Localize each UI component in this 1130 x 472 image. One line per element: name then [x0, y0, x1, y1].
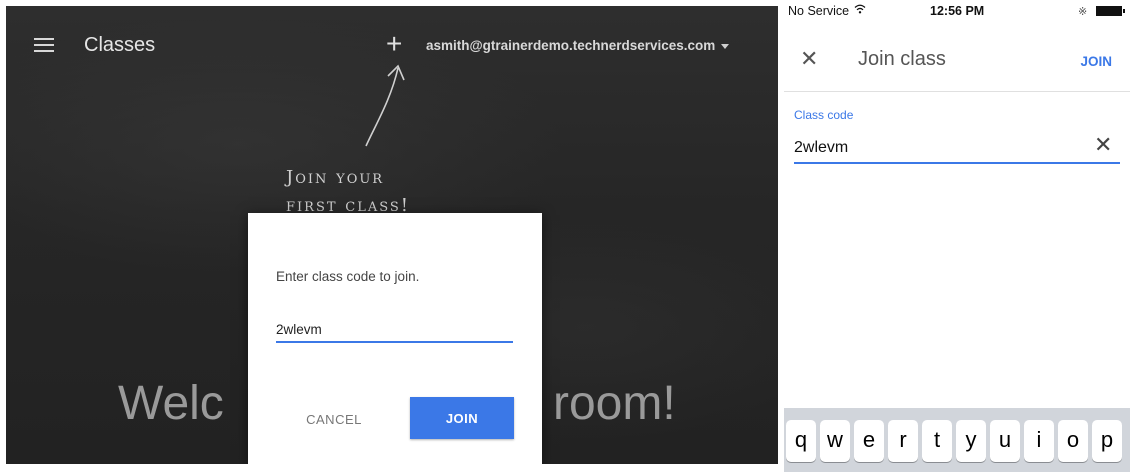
hint-arrow-icon — [365, 64, 405, 147]
join-button[interactable]: JOIN — [1080, 54, 1112, 69]
key-r[interactable]: r — [888, 420, 918, 462]
chevron-down-icon — [721, 43, 730, 49]
toolbar-title: Join class — [858, 48, 946, 70]
join-hint: Join your first class! — [286, 164, 410, 220]
carrier-label: No Service — [788, 4, 850, 18]
key-y[interactable]: y — [956, 420, 986, 462]
key-e[interactable]: e — [854, 420, 884, 462]
clear-icon[interactable]: ✕ — [1094, 132, 1112, 158]
class-code-input[interactable] — [276, 317, 513, 343]
keyboard: q w e r t y u i o p — [784, 408, 1130, 472]
mobile-join-class-screen: No Service 12:56 PM ※ ✕ Join class JOIN … — [784, 0, 1130, 472]
account-menu[interactable]: asmith@gtrainerdemo.technerdservices.com — [426, 38, 730, 53]
class-code-label: Class code — [794, 108, 854, 122]
welcome-heading: Welc room! — [118, 376, 676, 431]
menu-icon[interactable] — [34, 38, 54, 52]
join-hint-line1: Join your — [286, 167, 385, 188]
key-q[interactable]: q — [786, 420, 816, 462]
battery-icon — [1096, 6, 1125, 16]
close-icon[interactable]: ✕ — [800, 48, 818, 70]
account-email: asmith@gtrainerdemo.technerdservices.com — [426, 38, 716, 53]
cancel-button[interactable]: CANCEL — [288, 399, 380, 439]
key-p[interactable]: p — [1092, 420, 1122, 462]
status-bar: No Service 12:56 PM ※ — [784, 0, 1130, 24]
key-o[interactable]: o — [1058, 420, 1088, 462]
class-code-input[interactable] — [794, 134, 1120, 164]
key-u[interactable]: u — [990, 420, 1020, 462]
wifi-icon — [854, 4, 866, 14]
status-time: 12:56 PM — [930, 4, 985, 18]
welcome-heading-right: room! — [553, 377, 676, 430]
join-button[interactable]: JOIN — [410, 397, 514, 439]
dialog-prompt: Enter class code to join. — [276, 269, 420, 284]
key-w[interactable]: w — [820, 420, 850, 462]
bluetooth-icon: ※ — [1078, 6, 1088, 18]
key-i[interactable]: i — [1024, 420, 1054, 462]
key-t[interactable]: t — [922, 420, 952, 462]
desktop-classroom-screen: Classes + asmith@gtrainerdemo.technerdse… — [6, 6, 778, 464]
page-title: Classes — [84, 34, 156, 56]
toolbar: ✕ Join class JOIN — [784, 24, 1130, 92]
join-class-dialog: Enter class code to join. CANCEL JOIN — [248, 213, 542, 464]
welcome-heading-left: Welc — [118, 377, 224, 430]
